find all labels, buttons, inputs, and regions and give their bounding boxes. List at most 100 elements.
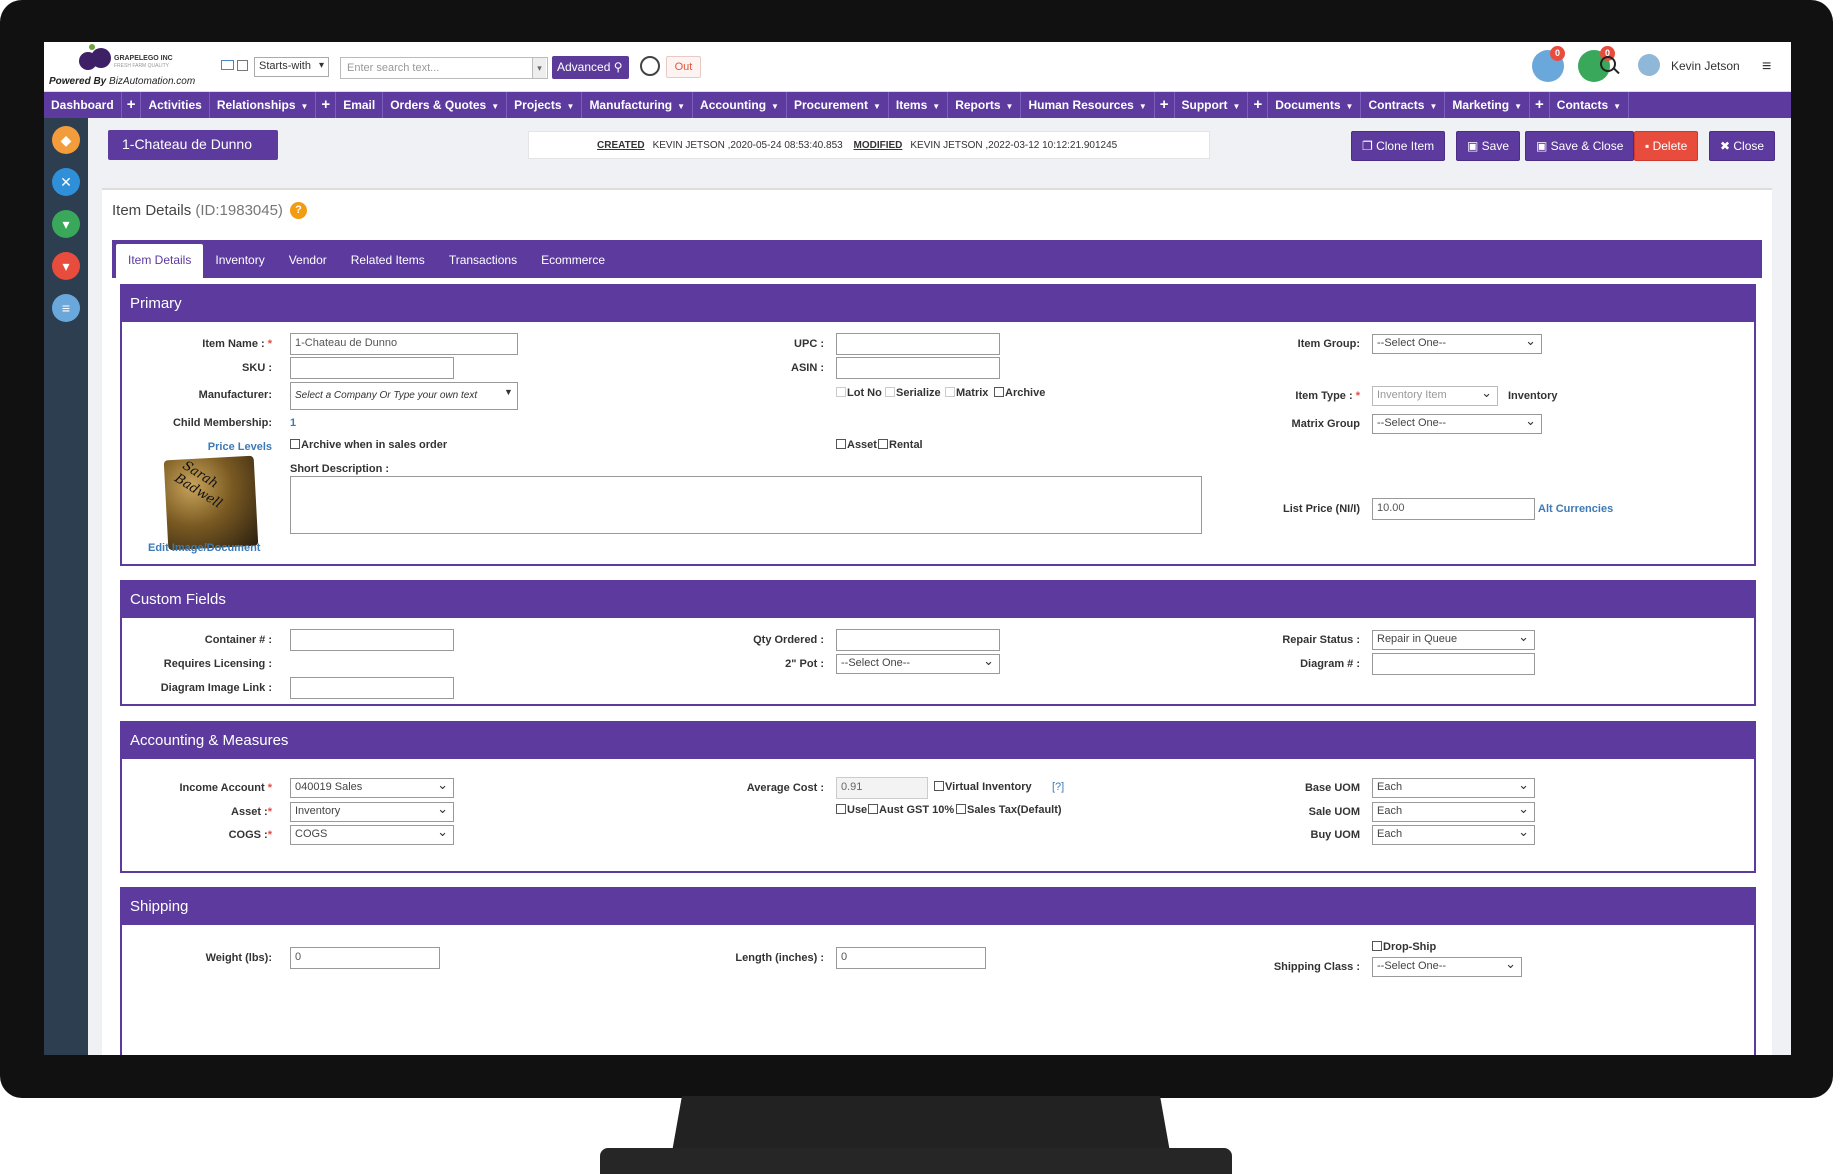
plus-icon[interactable]: + <box>316 92 337 118</box>
advanced-search-button[interactable]: Advanced ⚲ <box>552 56 629 79</box>
user-name[interactable]: Kevin Jetson <box>1671 59 1740 73</box>
lot-no-checkbox[interactable]: Lot No <box>836 387 882 399</box>
diagram-no-input[interactable] <box>1372 653 1535 675</box>
nav-procurement[interactable]: Procurement ▼ <box>787 92 889 118</box>
matrix-checkbox[interactable]: Matrix <box>945 387 988 399</box>
search-input[interactable]: Enter search text... <box>340 57 548 79</box>
item-name-label: Item Name : * <box>202 338 272 350</box>
save-button[interactable]: ▣ Save <box>1456 131 1521 161</box>
tag-icon[interactable]: ◆ <box>52 126 80 154</box>
nav-human-resources[interactable]: Human Resources ▼ <box>1021 92 1155 118</box>
asset-checkbox[interactable]: Asset <box>836 439 877 451</box>
repair-status-select[interactable]: Repair in Queue <box>1372 630 1535 650</box>
plus-icon[interactable]: + <box>1155 92 1175 118</box>
virtual-inventory-checkbox[interactable]: Virtual Inventory <box>934 781 1032 793</box>
tab-ecommerce[interactable]: Ecommerce <box>529 244 617 278</box>
tools-icon[interactable]: ✕ <box>52 168 80 196</box>
nav-contracts[interactable]: Contracts ▼ <box>1361 92 1446 118</box>
close-button[interactable]: ✖ Close <box>1709 131 1776 161</box>
nav-accounting[interactable]: Accounting ▼ <box>693 92 787 118</box>
shipping-class-select[interactable]: --Select One-- <box>1372 957 1522 977</box>
drop-ship-checkbox[interactable]: Drop-Ship <box>1372 941 1436 953</box>
child-membership-link[interactable]: 1 <box>290 417 296 429</box>
help-icon[interactable]: ? <box>290 202 307 219</box>
archive-checkbox[interactable]: Archive <box>994 387 1045 399</box>
tab-vendor[interactable]: Vendor <box>277 244 339 278</box>
save-close-button[interactable]: ▣ Save & Close <box>1525 131 1635 161</box>
clock-out-button[interactable]: Out <box>666 56 701 78</box>
income-account-select[interactable]: 040019 Sales <box>290 778 454 798</box>
serialize-checkbox[interactable]: Serialize <box>885 387 941 399</box>
email-icon[interactable] <box>221 60 234 70</box>
buy-uom-select[interactable]: Each <box>1372 825 1535 845</box>
cart-icon[interactable]: ▾ <box>52 210 80 238</box>
nav-manufacturing[interactable]: Manufacturing ▼ <box>582 92 694 118</box>
edit-image-link[interactable]: Edit Image/Document <box>148 542 260 554</box>
nav-support[interactable]: Support ▼ <box>1175 92 1249 118</box>
search-mode-select[interactable]: Starts-with <box>254 57 329 77</box>
shipping-section: Shipping Weight (lbs): 0 Length (inches)… <box>120 887 1756 1055</box>
rental-checkbox[interactable]: Rental <box>878 439 923 451</box>
weight-input[interactable]: 0 <box>290 947 440 969</box>
cogs-label: COGS :* <box>228 829 272 841</box>
nav-orders-quotes[interactable]: Orders & Quotes ▼ <box>383 92 508 118</box>
item-name-input[interactable]: 1-Chateau de Dunno <box>290 333 518 355</box>
clone-item-button[interactable]: ❐ Clone Item <box>1351 131 1446 161</box>
nav-documents[interactable]: Documents ▼ <box>1268 92 1362 118</box>
aust-gst-checkbox[interactable]: Aust GST 10% <box>868 804 954 816</box>
menu-icon[interactable]: ≡ <box>1762 58 1771 76</box>
delete-button[interactable]: ▪ Delete <box>1634 131 1699 161</box>
nav-relationships[interactable]: Relationships ▼ <box>210 92 317 118</box>
stopwatch-icon[interactable] <box>640 56 660 76</box>
virtual-inventory-help-link[interactable]: [?] <box>1052 781 1064 793</box>
upc-input[interactable] <box>836 333 1000 355</box>
item-image[interactable]: Sarah Badwell <box>163 455 259 551</box>
tab-item-details[interactable]: Item Details <box>116 244 204 278</box>
nav-email[interactable]: Email <box>336 92 384 118</box>
tab-related-items[interactable]: Related Items <box>339 244 437 278</box>
qty-ordered-input[interactable] <box>836 629 1000 651</box>
list-price-input[interactable]: 10.00 <box>1372 498 1535 520</box>
sku-input[interactable] <box>290 357 454 379</box>
nav-activities[interactable]: Activities <box>141 92 210 118</box>
search-icon[interactable] <box>1600 56 1616 72</box>
tab-transactions[interactable]: Transactions <box>437 244 529 278</box>
chevron-down-icon[interactable]: ▼ <box>504 387 513 397</box>
price-levels-link[interactable]: Price Levels <box>208 441 272 453</box>
sales-tax-checkbox[interactable]: Sales Tax(Default) <box>956 804 1062 816</box>
tab-inventory[interactable]: Inventory <box>203 244 276 278</box>
plus-icon[interactable]: + <box>1530 92 1550 118</box>
nav-contacts[interactable]: Contacts ▼ <box>1550 92 1630 118</box>
asin-input[interactable] <box>836 357 1000 379</box>
container-label: Container # : <box>204 634 272 646</box>
asset-account-select[interactable]: Inventory <box>290 802 454 822</box>
archive-sales-order-checkbox[interactable]: Archive when in sales order <box>290 439 447 451</box>
plus-icon[interactable]: + <box>122 92 142 118</box>
nav-dashboard[interactable]: Dashboard <box>44 92 122 118</box>
item-group-select[interactable]: --Select One-- <box>1372 334 1542 354</box>
length-input[interactable]: 0 <box>836 947 986 969</box>
database-icon[interactable]: ≡ <box>52 294 80 322</box>
pot-select[interactable]: --Select One-- <box>836 654 1000 674</box>
short-description-textarea[interactable] <box>290 476 1202 534</box>
manufacturer-combo[interactable]: Select a Company Or Type your own text <box>290 382 518 410</box>
cart-icon[interactable]: ▾ <box>52 252 80 280</box>
nav-reports[interactable]: Reports ▼ <box>948 92 1022 118</box>
matrix-group-select[interactable]: --Select One-- <box>1372 414 1542 434</box>
email-checkbox[interactable] <box>237 60 248 71</box>
item-group-label: Item Group: <box>1297 338 1360 350</box>
avatar[interactable] <box>1638 54 1660 76</box>
sale-uom-select[interactable]: Each <box>1372 802 1535 822</box>
plus-icon[interactable]: + <box>1248 92 1269 118</box>
use-tax-checkbox[interactable]: Use <box>836 804 867 816</box>
nav-marketing[interactable]: Marketing ▼ <box>1445 92 1531 118</box>
search-dropdown-icon[interactable]: ▾ <box>532 58 546 78</box>
alt-currencies-link[interactable]: Alt Currencies <box>1538 503 1613 515</box>
cogs-select[interactable]: COGS <box>290 825 454 845</box>
base-uom-select[interactable]: Each <box>1372 778 1535 798</box>
nav-projects[interactable]: Projects ▼ <box>507 92 583 118</box>
nav-items[interactable]: Items ▼ <box>889 92 949 118</box>
container-input[interactable] <box>290 629 454 651</box>
item-type-select[interactable]: Inventory Item <box>1372 386 1498 406</box>
diagram-link-input[interactable] <box>290 677 454 699</box>
